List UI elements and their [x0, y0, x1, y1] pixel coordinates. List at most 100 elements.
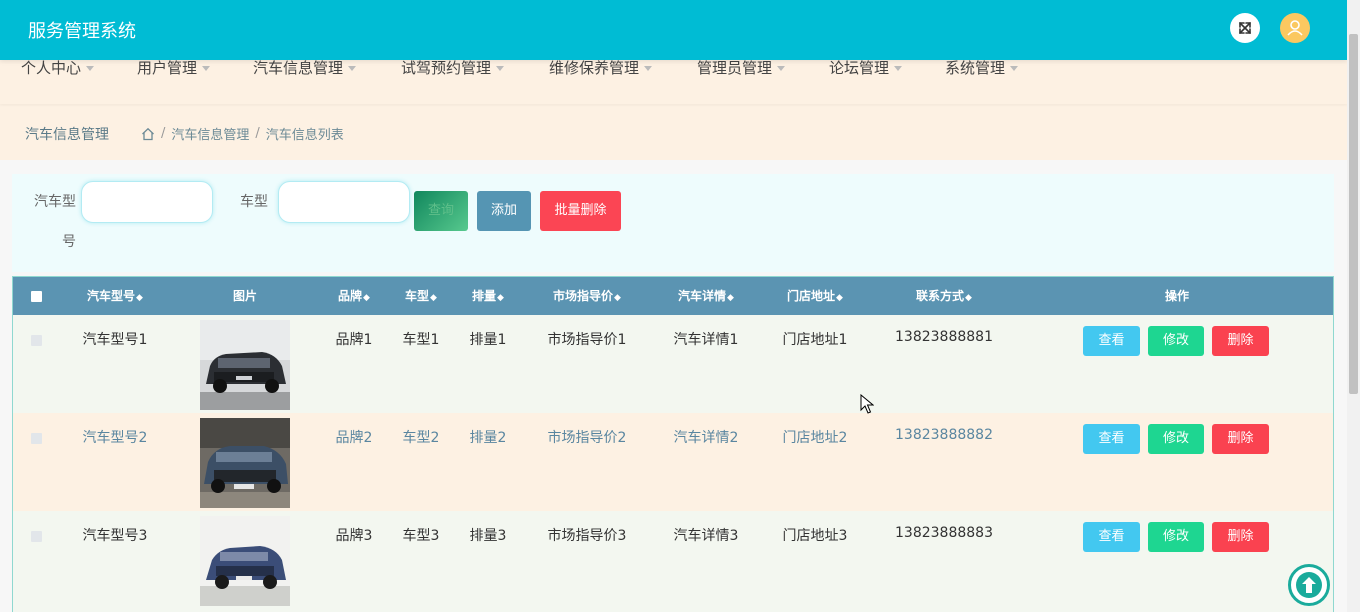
table-header: 汽车型号◆ 图片 品牌◆ 车型◆ 排量◆ 市场指导价◆ 汽车详情◆ 门店地址◆ … — [13, 277, 1333, 315]
column-header-brand[interactable]: 品牌◆ — [338, 277, 370, 315]
column-header-image: 图片 — [232, 289, 258, 303]
scrollbar-thumb[interactable] — [1349, 34, 1358, 394]
car-info-table: 汽车型号◆ 图片 品牌◆ 车型◆ 排量◆ 市场指导价◆ 汽车详情◆ 门店地址◆ … — [12, 276, 1334, 612]
delete-button[interactable]: 删除 — [1212, 522, 1269, 552]
table-row: 汽车型号3 品牌3 车型3 排量3 市场指导价3 汽车详情3 门店地址3 138… — [13, 511, 1333, 609]
nav-item-personal-center[interactable]: 个人中心 — [21, 57, 95, 78]
breadcrumb-band: 汽车信息管理 / 汽车信息管理 / 汽车信息列表 — [0, 104, 1347, 160]
cell-displacement: 排量3 — [469, 528, 507, 544]
cell-displacement: 排量1 — [469, 332, 507, 348]
nav-item-user-management[interactable]: 用户管理 — [137, 57, 211, 78]
nav-item-system-management[interactable]: 系统管理 — [945, 57, 1019, 78]
sort-icon: ◆ — [136, 293, 143, 303]
cell-detail: 汽车详情1 — [673, 332, 739, 348]
view-button[interactable]: 查看 — [1083, 522, 1140, 552]
column-header-displacement[interactable]: 排量◆ — [472, 277, 504, 315]
sort-icon: ◆ — [965, 293, 972, 303]
cell-model: 汽车型号1 — [82, 332, 148, 348]
nav-item-test-drive-management[interactable]: 试驾预约管理 — [401, 57, 505, 78]
query-button[interactable]: 查询 — [414, 191, 468, 231]
cell-detail: 汽车详情3 — [673, 528, 739, 544]
app-title: 服务管理系统 — [28, 21, 136, 42]
cell-address: 门店地址2 — [782, 430, 848, 446]
page-title: 汽车信息管理 — [25, 127, 109, 143]
content-area: 汽车型号 车型 查询 添加 批量删除 汽车型号◆ 图片 品牌◆ 车型◆ 排量◆ … — [0, 160, 1347, 612]
edit-button[interactable]: 修改 — [1148, 424, 1204, 454]
column-header-detail[interactable]: 汽车详情◆ — [678, 277, 734, 315]
type-search-input[interactable] — [278, 181, 410, 223]
nav-label: 系统管理 — [945, 59, 1006, 77]
delete-button[interactable]: 删除 — [1212, 424, 1269, 454]
car-photo[interactable] — [200, 320, 290, 410]
chevron-down-icon — [1010, 66, 1019, 71]
breadcrumb-item: 汽车信息列表 — [265, 128, 344, 143]
nav-label: 汽车信息管理 — [253, 59, 344, 77]
column-header-type[interactable]: 车型◆ — [405, 277, 437, 315]
user-avatar-icon — [1287, 20, 1303, 36]
table-row: 汽车型号1 品牌1 车型1 排量1 市场指导价1 汽车详情1 门店地址1 138… — [13, 315, 1333, 413]
view-button[interactable]: 查看 — [1083, 424, 1140, 454]
select-all-checkbox[interactable] — [31, 291, 42, 302]
nav-item-admin-management[interactable]: 管理员管理 — [697, 57, 786, 78]
model-search-input[interactable] — [81, 181, 213, 223]
cell-type: 车型3 — [402, 528, 440, 544]
column-header-actions: 操作 — [1164, 289, 1190, 303]
cursor-icon — [860, 394, 874, 414]
edit-button[interactable]: 修改 — [1148, 326, 1204, 356]
chevron-down-icon — [496, 66, 505, 71]
chevron-down-icon — [86, 66, 95, 71]
row-checkbox[interactable] — [31, 433, 42, 444]
back-to-top-button[interactable] — [1288, 564, 1330, 606]
sort-icon: ◆ — [836, 293, 843, 303]
cell-detail: 汽车详情2 — [673, 430, 739, 446]
back-to-top-icon — [1296, 572, 1322, 598]
home-icon[interactable] — [141, 127, 155, 141]
delete-button[interactable]: 删除 — [1212, 326, 1269, 356]
nav-label: 论坛管理 — [829, 59, 890, 77]
view-button[interactable]: 查看 — [1083, 326, 1140, 356]
row-checkbox[interactable] — [31, 335, 42, 346]
cell-type: 车型2 — [402, 430, 440, 446]
cell-contact: 13823888883 — [895, 525, 993, 541]
page-scrollbar[interactable] — [1347, 0, 1360, 612]
chevron-down-icon — [202, 66, 211, 71]
sort-icon: ◆ — [363, 293, 370, 303]
search-panel: 汽车型号 车型 查询 添加 批量删除 — [12, 174, 1334, 272]
column-header-address[interactable]: 门店地址◆ — [787, 277, 843, 315]
nav-label: 管理员管理 — [697, 59, 773, 77]
breadcrumb-separator: / — [255, 126, 260, 141]
nav-item-car-info-management[interactable]: 汽车信息管理 — [253, 57, 357, 78]
cell-type: 车型1 — [402, 332, 440, 348]
model-label: 汽车型号 — [34, 194, 76, 250]
batch-delete-button[interactable]: 批量删除 — [540, 191, 621, 231]
column-header-model[interactable]: 汽车型号◆ — [87, 277, 143, 315]
user-avatar-button[interactable] — [1280, 13, 1310, 43]
cell-model: 汽车型号2 — [82, 430, 148, 446]
cell-brand: 品牌3 — [335, 528, 373, 544]
car-photo[interactable] — [200, 418, 290, 508]
chevron-down-icon — [894, 66, 903, 71]
breadcrumb-separator: / — [161, 126, 166, 141]
column-header-price[interactable]: 市场指导价◆ — [553, 277, 621, 315]
cell-price: 市场指导价2 — [547, 430, 627, 446]
chevron-down-icon — [348, 66, 357, 71]
type-label: 车型 — [240, 194, 268, 210]
column-header-contact[interactable]: 联系方式◆ — [916, 277, 972, 315]
breadcrumb: / 汽车信息管理 / 汽车信息列表 — [141, 124, 344, 143]
breadcrumb-item[interactable]: 汽车信息管理 — [171, 124, 249, 143]
table-row: 汽车型号2 品牌2 车型2 排量2 市场指导价2 汽车详情2 门店地址2 138… — [13, 413, 1333, 511]
cell-contact: 13823888881 — [895, 329, 993, 345]
cell-contact: 13823888882 — [895, 427, 993, 443]
sort-icon: ◆ — [727, 293, 734, 303]
car-photo[interactable] — [200, 516, 290, 606]
row-checkbox[interactable] — [31, 531, 42, 542]
edit-button[interactable]: 修改 — [1148, 522, 1204, 552]
nav-item-forum-management[interactable]: 论坛管理 — [829, 57, 903, 78]
chevron-down-icon — [644, 66, 653, 71]
cell-displacement: 排量2 — [469, 430, 507, 446]
fullscreen-button[interactable] — [1230, 13, 1260, 43]
add-button[interactable]: 添加 — [477, 191, 531, 231]
sort-icon: ◆ — [497, 293, 504, 303]
cell-price: 市场指导价1 — [547, 332, 627, 348]
nav-item-maintenance-management[interactable]: 维修保养管理 — [549, 57, 653, 78]
